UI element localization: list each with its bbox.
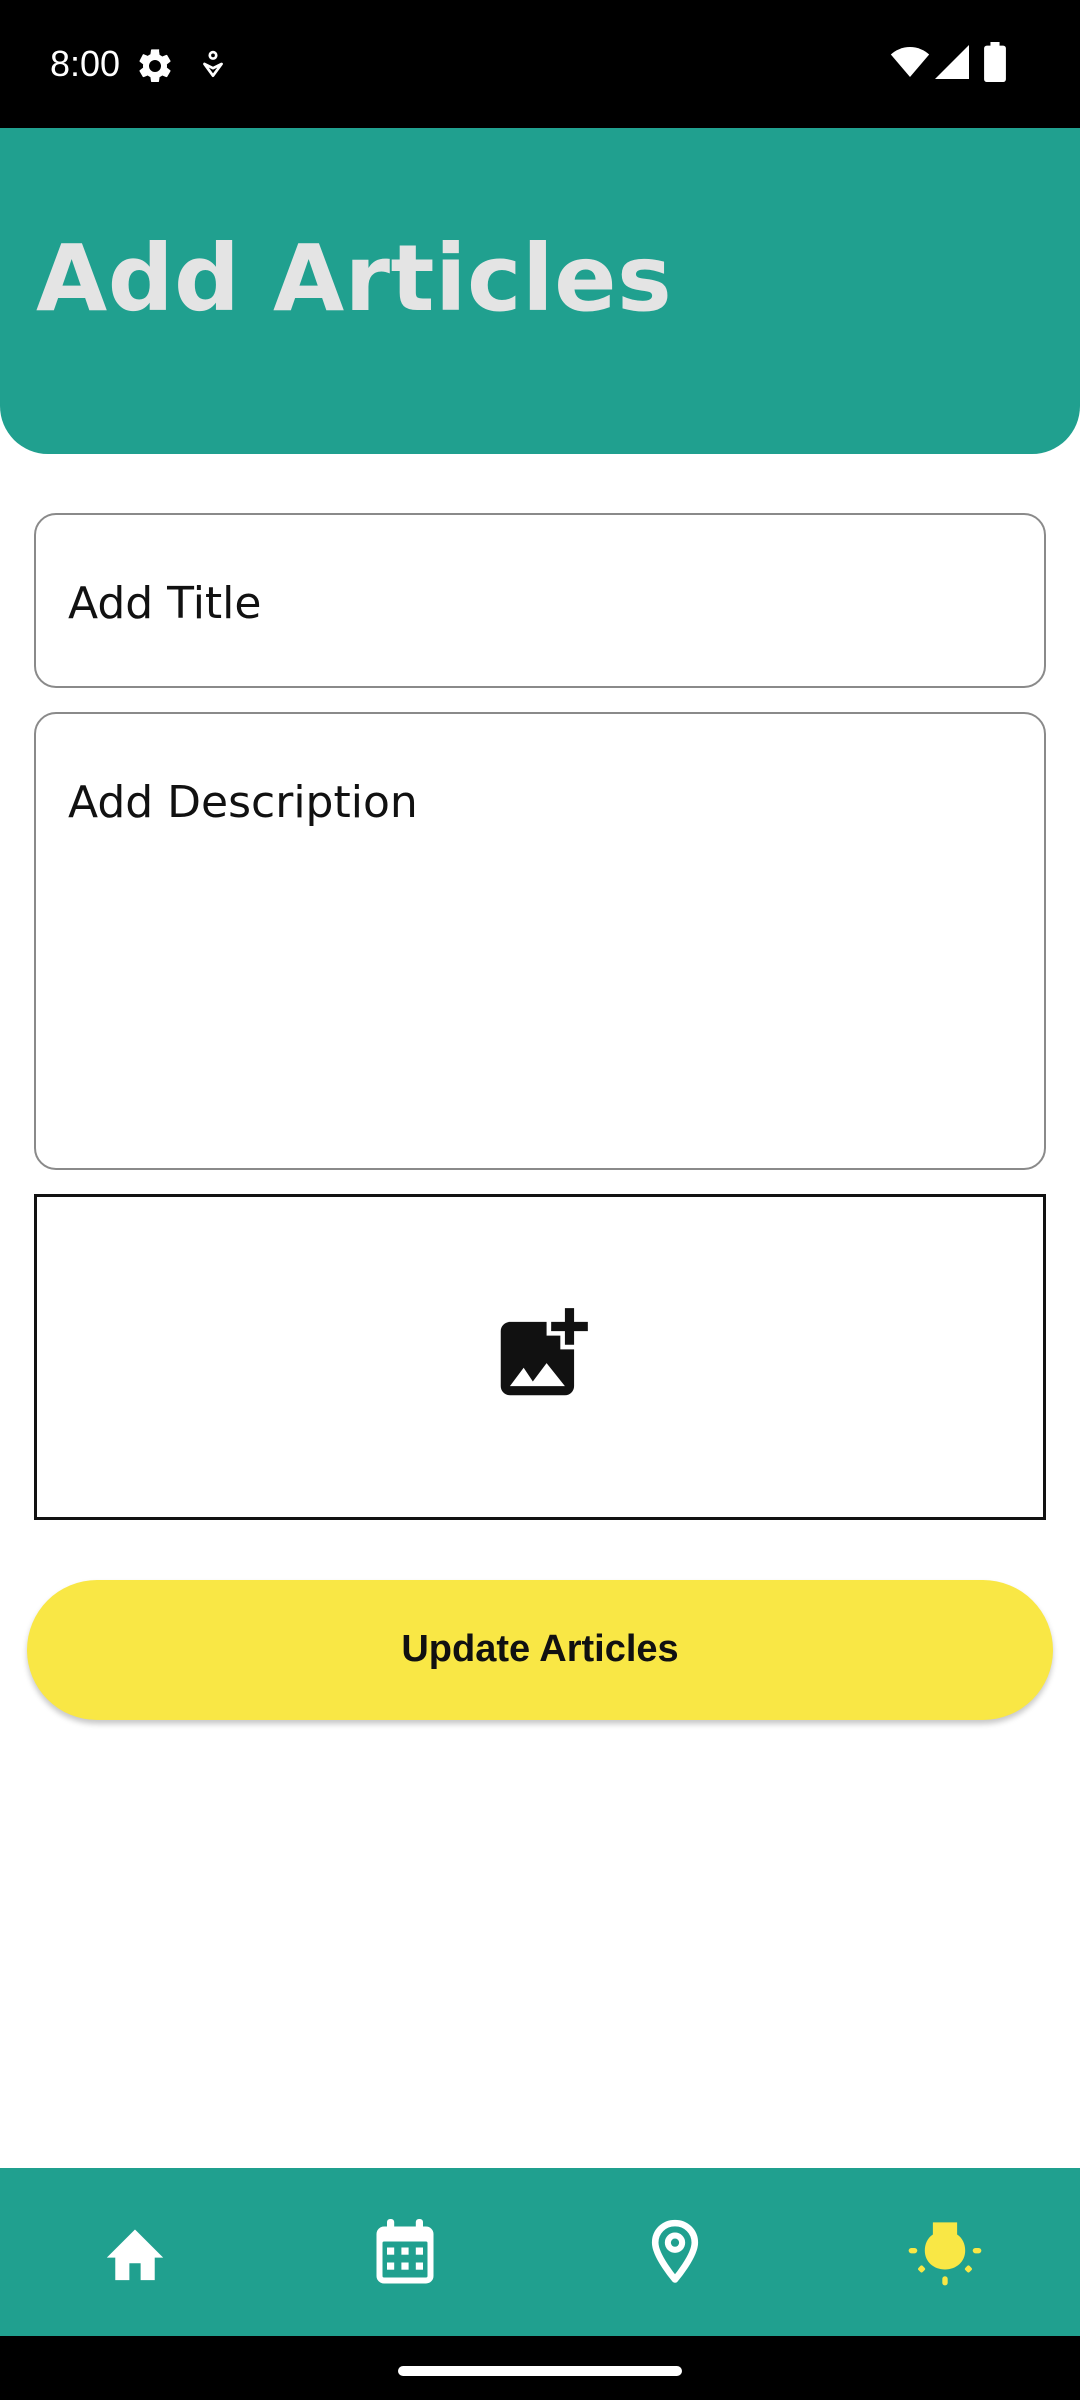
system-nav-bar [0,2336,1080,2400]
battery-icon [984,42,1006,82]
settings-gear-icon [139,49,171,82]
wifi-icon [890,47,930,77]
title-input[interactable]: Add Title [34,513,1046,688]
nav-item-calendar[interactable] [270,2168,540,2336]
page-title: Add Articles [36,225,673,332]
bottom-nav [0,2168,1080,2336]
nav-item-home[interactable] [0,2168,270,2336]
calendar-icon [376,2219,434,2284]
image-picker[interactable] [34,1194,1046,1520]
location-pin-icon [651,2219,699,2283]
status-bar: 8:00 [0,0,1080,128]
title-input-placeholder: Add Title [68,578,262,629]
header: Add Articles [0,128,1080,454]
update-articles-button-label: Update Articles [401,1628,679,1670]
accessibility-icon [203,50,223,78]
description-input[interactable]: Add Description [34,712,1046,1170]
description-input-placeholder: Add Description [68,777,418,828]
lightbulb-icon [908,2222,982,2286]
signal-icon [935,45,969,79]
status-time: 8:00 [50,43,121,84]
add-photo-icon[interactable] [487,1299,597,1409]
home-icon [106,2229,164,2281]
home-indicator[interactable] [398,2366,682,2376]
nav-item-tips[interactable] [810,2168,1080,2336]
nav-item-location[interactable] [540,2168,810,2336]
update-articles-button[interactable]: Update Articles [27,1580,1053,1720]
